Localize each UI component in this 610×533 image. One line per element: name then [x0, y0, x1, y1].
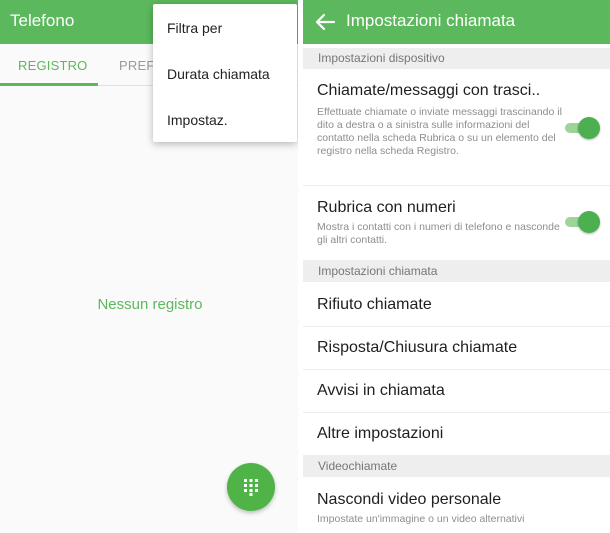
- swipe-call-toggle[interactable]: [565, 117, 600, 139]
- setting-title: Altre impostazioni: [317, 425, 444, 442]
- dialpad-button[interactable]: [227, 463, 275, 511]
- tab-registro[interactable]: REGISTRO: [18, 58, 88, 73]
- setting-title: Chiamate/messaggi con trasci..: [317, 82, 541, 99]
- setting-title: Avvisi in chiamata: [317, 382, 445, 399]
- setting-title: Risposta/Chiusura chiamate: [317, 339, 518, 356]
- section-header-video: Videochiamate: [303, 455, 610, 477]
- setting-title: Rifiuto chiamate: [317, 296, 432, 313]
- toggle-knob: [578, 117, 600, 139]
- divider: [303, 185, 610, 186]
- app-title: Telefono: [10, 11, 75, 30]
- divider: [303, 369, 610, 370]
- menu-item-filtra-per[interactable]: Filtra per: [167, 20, 222, 36]
- arrow-left-icon[interactable]: [314, 12, 336, 32]
- section-header-device: Impostazioni dispositivo: [303, 48, 610, 69]
- setting-title: Nascondi video personale: [317, 491, 502, 508]
- setting-title: Rubrica con numeri: [317, 199, 456, 216]
- overflow-menu: Filtra per Durata chiamata Impostaz.: [153, 4, 297, 142]
- active-tab-indicator: [0, 83, 98, 86]
- setting-description: Effettuate chiamate o inviate messaggi t…: [317, 106, 562, 157]
- setting-description: Mostra i contatti con i numeri di telefo…: [317, 221, 560, 246]
- section-header-call: Impostazioni chiamata: [303, 260, 610, 282]
- divider: [303, 412, 610, 413]
- settings-title: Impostazioni chiamata: [346, 11, 516, 30]
- menu-item-impostazioni[interactable]: Impostaz.: [167, 112, 228, 128]
- phone-log-screen: Telefono REGISTRO PREFE Nessun registro …: [0, 0, 298, 533]
- empty-log-message: Nessun registro: [97, 296, 203, 313]
- contacts-with-numbers-toggle[interactable]: [565, 211, 600, 233]
- settings-app-bar: Impostazioni chiamata: [303, 0, 610, 44]
- dialpad-icon: [244, 479, 258, 496]
- menu-item-durata-chiamata[interactable]: Durata chiamata: [167, 66, 270, 82]
- call-settings-screen: Impostazioni chiamata Impostazioni dispo…: [303, 0, 610, 533]
- toggle-knob: [578, 211, 600, 233]
- setting-description: Impostate un'immagine o un video alterna…: [317, 513, 525, 525]
- divider: [303, 326, 610, 327]
